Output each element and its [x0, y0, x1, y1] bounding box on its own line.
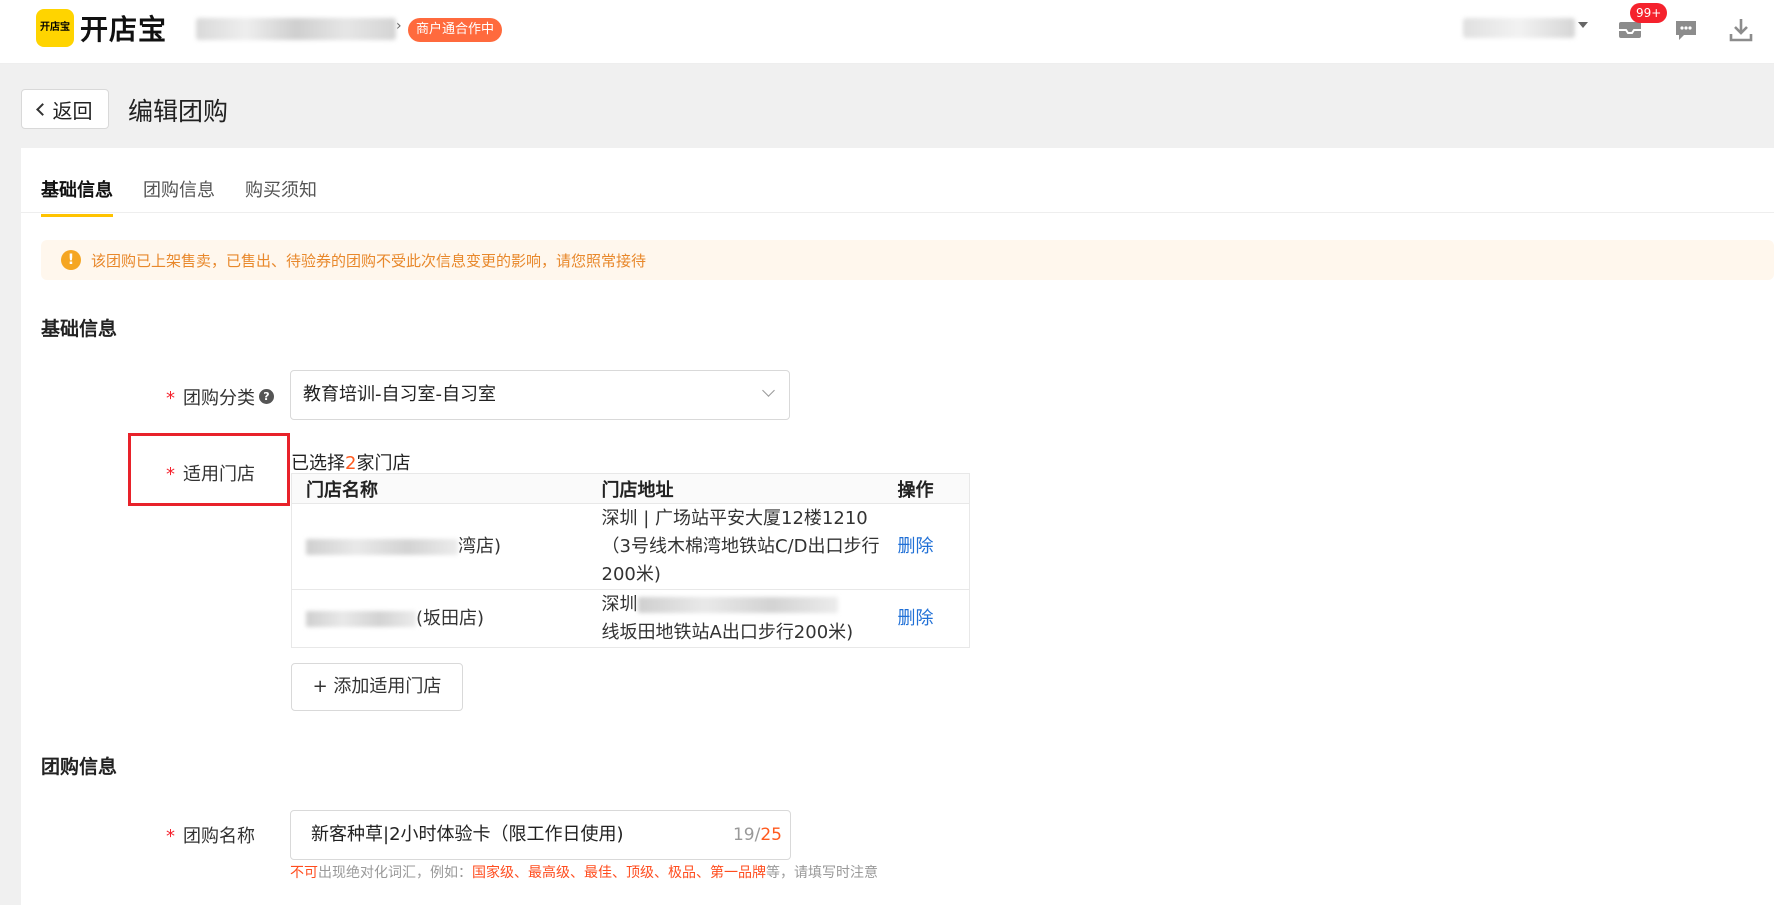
back-button[interactable]: 返回	[21, 89, 109, 129]
page-title: 编辑团购	[128, 97, 229, 126]
app-logo[interactable]: 开店宝 开店宝	[36, 8, 167, 48]
category-label: * 团购分类?	[166, 384, 274, 410]
store-address-cell: 深圳 | 广场站平安大厦12楼1210 （3号线木棉湾地铁站C/D出口步行 20…	[587, 503, 884, 590]
tab-purchase-notice[interactable]: 购买须知	[245, 176, 317, 217]
stores-label: * 适用门店	[166, 464, 255, 485]
store-name-cell: (坂田店)	[291, 589, 588, 648]
chevron-left-icon	[35, 103, 49, 116]
store-switcher[interactable]	[196, 18, 396, 40]
deal-name-hint: 不可出现绝对化词汇，例如：国家级、最高级、最佳、顶级、极品、第一品牌等，请填写时…	[290, 865, 878, 881]
table-row: 湾店) 深圳 | 广场站平安大厦12楼1210 （3号线木棉湾地铁站C/D出口步…	[291, 503, 970, 590]
chevron-down-icon	[762, 384, 775, 397]
required-mark: *	[166, 826, 175, 847]
message-icon[interactable]	[1672, 16, 1700, 44]
caret-down-icon	[1578, 22, 1588, 28]
required-mark: *	[166, 464, 175, 485]
char-counter: 19/25	[732, 825, 782, 845]
delete-store-link[interactable]: 删除	[898, 536, 934, 557]
delete-store-link[interactable]: 删除	[898, 608, 934, 629]
section-title-deal: 团购信息	[41, 756, 118, 778]
category-select-value: 教育培训-自习室-自习室	[303, 384, 496, 405]
store-table: 门店名称 门店地址 操作 湾店) 深圳 | 广场站平安大厦12楼1210 （3号…	[291, 473, 970, 648]
back-button-label: 返回	[52, 98, 93, 123]
selected-stores-count: 已选择2家门店	[291, 453, 411, 474]
download-icon[interactable]	[1727, 16, 1755, 44]
chevron-right-icon: ›	[396, 18, 402, 34]
table-row: (坂田店) 深圳 线坂田地铁站A出口步行200米) 删除	[291, 589, 970, 648]
deal-name-value: 新客种草|2小时体验卡（限工作日使用)	[311, 824, 624, 845]
logo-text: 开店宝	[80, 13, 168, 46]
tab-basic-info[interactable]: 基础信息	[41, 176, 113, 217]
section-title-basic: 基础信息	[41, 318, 118, 340]
store-name-cell: 湾店)	[291, 503, 588, 590]
deal-name-label: * 团购名称	[166, 826, 255, 847]
column-header-store-name: 门店名称	[291, 473, 588, 504]
category-select[interactable]: 教育培训-自习室-自习室	[290, 370, 790, 420]
notification-count-badge: 99+	[1630, 3, 1668, 23]
top-navigation-bar: 开店宝 开店宝 › 商户通合作中 99+	[0, 0, 1774, 64]
tab-bar: 基础信息 团购信息 购买须知	[41, 176, 347, 217]
store-address-cell: 深圳 线坂田地铁站A出口步行200米)	[587, 589, 884, 648]
logo-mark-icon: 开店宝	[36, 9, 74, 47]
add-store-button[interactable]: + 添加适用门店	[291, 663, 463, 711]
deal-name-input[interactable]: 新客种草|2小时体验卡（限工作日使用) 19/25	[290, 810, 791, 860]
status-badge: 商户通合作中	[408, 18, 503, 42]
tab-deal-info[interactable]: 团购信息	[143, 176, 215, 217]
warning-alert: ! 该团购已上架售卖，已售出、待验券的团购不受此次信息变更的影响，请您照常接待	[41, 240, 1774, 280]
required-mark: *	[166, 388, 175, 409]
help-icon[interactable]: ?	[259, 389, 274, 404]
user-menu[interactable]	[1463, 18, 1575, 38]
warning-icon: !	[61, 250, 81, 270]
column-header-store-address: 门店地址	[587, 473, 884, 504]
alert-text: 该团购已上架售卖，已售出、待验券的团购不受此次信息变更的影响，请您照常接待	[91, 251, 647, 270]
tabs-divider	[21, 212, 1774, 213]
column-header-action: 操作	[883, 473, 970, 504]
